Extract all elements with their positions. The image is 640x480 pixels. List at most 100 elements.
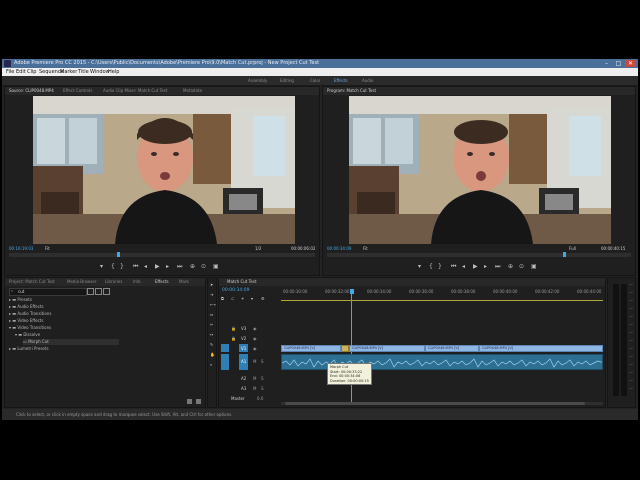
in-point-icon[interactable]: { xyxy=(429,263,433,270)
close-button[interactable]: ✕ xyxy=(625,60,636,67)
snap-icon[interactable]: ⊂ xyxy=(231,296,234,301)
zoom-tool-icon[interactable]: ⌕ xyxy=(210,362,212,367)
tab-source[interactable]: Source: CLIP0048.MP4 xyxy=(9,87,54,95)
tree-item-audio-effects[interactable]: ▸ ▬ Audio Effects xyxy=(9,304,44,310)
minimize-button[interactable]: – xyxy=(601,60,612,67)
menu-file[interactable]: File xyxy=(6,68,14,76)
tab-sequence[interactable]: Match Cut Test xyxy=(227,278,257,286)
timeline-clip[interactable]: CLIP0048.MP4 [V] xyxy=(479,345,603,352)
workspace-editing[interactable]: Editing xyxy=(280,76,294,85)
step-forward-icon[interactable]: ▸ xyxy=(166,263,169,270)
tab-metadata[interactable]: Metadata xyxy=(183,87,202,95)
timeline-settings-icon[interactable]: ⚙ xyxy=(261,296,265,301)
nest-icon[interactable]: ⧉ xyxy=(221,296,224,301)
timeline-clip[interactable]: CLIP0048.MP4 [V] xyxy=(425,345,479,352)
work-area-bar[interactable] xyxy=(281,300,603,301)
export-frame-icon[interactable]: ▣ xyxy=(213,263,219,270)
go-to-in-icon[interactable]: ⏮ xyxy=(451,263,456,270)
in-point-icon[interactable]: { xyxy=(111,263,115,270)
solo-icon[interactable]: S xyxy=(261,386,264,391)
track-label-a1[interactable]: A1 xyxy=(241,359,246,364)
master-volume-value[interactable]: 0.0 xyxy=(257,396,263,401)
tab-markers[interactable]: Mark xyxy=(179,278,189,286)
program-zoom-select[interactable]: Fit xyxy=(363,246,368,251)
step-back-icon[interactable]: ◂ xyxy=(462,263,465,270)
track-label-v1[interactable]: V1 xyxy=(241,346,246,351)
tab-info[interactable]: Info xyxy=(133,278,141,286)
source-scrubber[interactable] xyxy=(9,252,315,257)
eye-icon[interactable]: ◉ xyxy=(253,336,257,341)
tree-item-video-transitions[interactable]: ▾ ▬ Video Transitions xyxy=(9,325,51,331)
selection-tool-icon[interactable]: ➤ xyxy=(210,282,213,287)
solo-icon[interactable]: S xyxy=(261,359,264,364)
source-patch-a1[interactable] xyxy=(221,354,229,370)
step-back-icon[interactable]: ◂ xyxy=(144,263,147,270)
timeline-clip[interactable]: CLIP0048.MP4 [V] xyxy=(349,345,425,352)
marker-icon[interactable]: ▾ xyxy=(100,263,103,270)
lift-icon[interactable]: ⊕ xyxy=(508,263,513,270)
source-patch-v1[interactable] xyxy=(221,344,229,352)
tree-item-video-effects[interactable]: ▸ ▬ Video Effects xyxy=(9,318,43,324)
maximize-button[interactable]: □ xyxy=(613,60,624,67)
overwrite-icon[interactable]: ⊙ xyxy=(201,263,206,270)
effects-search-input[interactable]: cut xyxy=(9,288,87,296)
tab-libraries[interactable]: Libraries xyxy=(105,278,122,286)
out-point-icon[interactable]: } xyxy=(438,263,442,270)
program-video-frame[interactable] xyxy=(349,96,611,244)
play-icon[interactable]: ▶ xyxy=(473,263,478,270)
menu-marker[interactable]: Marker xyxy=(60,68,77,76)
menu-help[interactable]: Help xyxy=(108,68,119,76)
rate-stretch-tool-icon[interactable]: ⇔ xyxy=(210,312,213,317)
track-label-v2[interactable]: V2 xyxy=(241,336,246,341)
tree-item-audio-transitions[interactable]: ▸ ▬ Audio Transitions xyxy=(9,311,51,317)
mute-icon[interactable]: M xyxy=(253,386,256,391)
pen-tool-icon[interactable]: ✎ xyxy=(210,342,213,347)
master-track-label[interactable]: Master xyxy=(231,396,245,401)
source-zoom-select[interactable]: Fit xyxy=(45,246,50,251)
add-marker-icon[interactable]: ▾ xyxy=(251,296,253,301)
tab-effect-controls[interactable]: Effect Controls xyxy=(63,87,92,95)
track-label-a3[interactable]: A3 xyxy=(241,386,246,391)
workspace-audio[interactable]: Audio xyxy=(362,76,373,85)
timeline-clip[interactable]: CLIP0048.MP4 [V] xyxy=(281,345,341,352)
timeline-ruler[interactable]: 00:00:30:00 00:00:32:00 00:00:34:00 00:0… xyxy=(281,289,603,303)
yuv-effects-icon[interactable] xyxy=(103,288,110,295)
out-point-icon[interactable]: } xyxy=(120,263,124,270)
track-select-tool-icon[interactable]: ⇥ xyxy=(210,292,213,297)
solo-icon[interactable]: S xyxy=(261,376,264,381)
eye-icon[interactable]: ◉ xyxy=(253,346,257,351)
source-video-frame[interactable] xyxy=(33,96,295,244)
source-playhead[interactable] xyxy=(117,252,120,257)
timeline-horizontal-scrollbar[interactable] xyxy=(281,402,603,405)
new-bin-icon[interactable] xyxy=(187,399,192,404)
eye-icon[interactable]: ◉ xyxy=(253,326,257,331)
slip-tool-icon[interactable]: ↔ xyxy=(210,332,213,337)
lock-icon[interactable]: 🔒 xyxy=(231,326,236,331)
razor-tool-icon[interactable]: ✂ xyxy=(210,322,213,327)
extract-icon[interactable]: ⊙ xyxy=(519,263,524,270)
track-label-a2[interactable]: A2 xyxy=(241,376,246,381)
source-resolution-select[interactable]: 1/2 xyxy=(255,246,261,251)
mute-icon[interactable]: M xyxy=(253,359,256,364)
workspace-effects[interactable]: Effects xyxy=(334,76,348,85)
mute-icon[interactable]: M xyxy=(253,376,256,381)
menu-clip[interactable]: Clip xyxy=(27,68,36,76)
export-frame-icon[interactable]: ▣ xyxy=(531,263,537,270)
tab-effects[interactable]: Effects xyxy=(155,278,169,286)
program-playhead[interactable] xyxy=(563,252,566,257)
tab-media-browser[interactable]: Media Browser xyxy=(67,278,97,286)
tab-project[interactable]: Project: Match Cut Test xyxy=(9,278,55,286)
track-label-v3[interactable]: V3 xyxy=(241,326,246,331)
play-icon[interactable]: ▶ xyxy=(155,263,160,270)
delete-icon[interactable] xyxy=(196,399,201,404)
tab-program[interactable]: Program: Match Cut Test xyxy=(327,87,376,95)
marker-icon[interactable]: ▾ xyxy=(418,263,421,270)
32bit-effects-icon[interactable] xyxy=(95,288,102,295)
workspace-color[interactable]: Color xyxy=(310,76,320,85)
source-timecode-current[interactable]: 00:16:19:03 xyxy=(9,246,33,251)
tree-item-morph-cut[interactable]: ▭ Morph Cut xyxy=(23,339,119,345)
hand-tool-icon[interactable]: ✋ xyxy=(210,352,215,357)
lock-icon[interactable]: 🔒 xyxy=(231,336,236,341)
ripple-edit-tool-icon[interactable]: ⟷ xyxy=(210,302,216,307)
insert-icon[interactable]: ⊕ xyxy=(190,263,195,270)
